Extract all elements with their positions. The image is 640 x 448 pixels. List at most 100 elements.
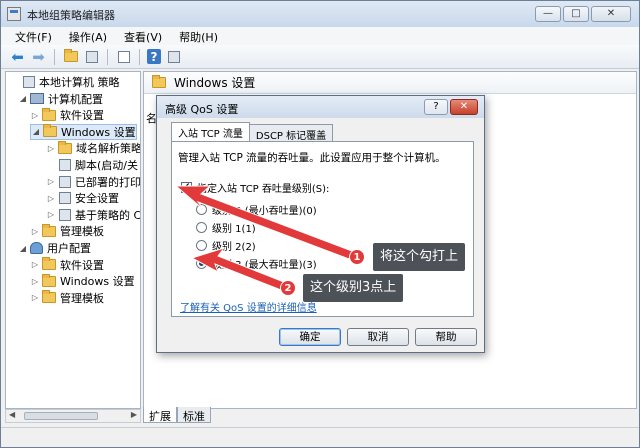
export-list-icon[interactable] xyxy=(115,48,132,65)
throughput-checkbox-row[interactable]: ✔ 指定入站 TCP 吞吐量级别(S): xyxy=(181,180,329,195)
status-bar xyxy=(1,427,639,447)
collapse-icon[interactable]: ◢ xyxy=(18,94,28,103)
tab-dscp-override[interactable]: DSCP 标记覆盖 xyxy=(248,124,334,142)
ok-button[interactable]: 确定 xyxy=(279,328,341,346)
menu-help[interactable]: 帮助(H) xyxy=(171,27,227,45)
dialog-help-button[interactable]: ? xyxy=(424,99,448,115)
folder-icon xyxy=(42,290,56,304)
tab-standard[interactable]: 标准 xyxy=(177,407,211,423)
maximize-button[interactable]: □ xyxy=(563,6,589,22)
learn-more-link[interactable]: 了解有关 QoS 设置的详细信息 xyxy=(180,299,317,314)
forward-arrow-icon[interactable]: ➡ xyxy=(30,48,47,66)
tree-item-label: 管理模板 xyxy=(60,225,104,239)
tree-item[interactable]: ◢ Windows 设置 xyxy=(30,123,137,140)
tree-item[interactable]: ◢ 用户配置 xyxy=(18,240,91,256)
expand-icon[interactable]: ▷ xyxy=(46,144,56,153)
tree-horizontal-scrollbar[interactable]: ◀ ▶ xyxy=(5,409,141,423)
tree-item-label: 软件设置 xyxy=(60,109,104,123)
tree-item-label: Windows 设置 xyxy=(60,275,135,289)
tree-item-label: 基于策略的 C xyxy=(75,208,141,222)
tree-item-label: Windows 设置 xyxy=(61,125,136,139)
scroll-right-icon[interactable]: ▶ xyxy=(131,410,137,419)
tree-item[interactable]: ▷ 管理模板 xyxy=(30,290,104,306)
tree-item-label: 管理模板 xyxy=(60,291,104,305)
dialog-help-action-button[interactable]: 帮助 xyxy=(415,328,477,346)
up-folder-icon[interactable] xyxy=(62,48,79,65)
show-hide-tree-icon[interactable] xyxy=(83,48,100,65)
tree-item[interactable]: ▷ 软件设置 xyxy=(30,107,104,123)
title-bar[interactable]: 本地组策略编辑器 — □ ✕ xyxy=(1,1,639,27)
cancel-button[interactable]: 取消 xyxy=(347,328,409,346)
tree-item-label: 软件设置 xyxy=(60,258,104,272)
toolbar-separator xyxy=(107,48,108,65)
policy-icon xyxy=(59,159,71,171)
dialog-title: 高级 QoS 设置 xyxy=(165,103,239,116)
radio-button-selected[interactable] xyxy=(196,258,207,269)
back-arrow-icon[interactable]: ⬅ xyxy=(9,48,26,66)
dialog-title-bar[interactable]: 高级 QoS 设置 ? ✕ xyxy=(157,96,484,118)
folder-icon xyxy=(42,273,56,287)
radio-button[interactable] xyxy=(196,204,207,215)
radio-button[interactable] xyxy=(196,222,207,233)
toolbar-separator xyxy=(139,48,140,65)
radio-level-1[interactable]: 级别 1(1) xyxy=(196,220,256,235)
radio-level-2[interactable]: 级别 2(2) xyxy=(196,238,256,253)
dialog-tabs: 入站 TCP 流量 DSCP 标记覆盖 xyxy=(171,122,334,142)
scroll-thumb[interactable] xyxy=(24,412,98,420)
expand-icon[interactable]: ▷ xyxy=(30,111,40,120)
radio-label: 级别 3 (最大吞吐量)(3) xyxy=(212,260,317,271)
radio-level-3[interactable]: 级别 3 (最大吞吐量)(3) xyxy=(196,256,317,271)
menu-view[interactable]: 查看(V) xyxy=(116,27,171,45)
menu-file[interactable]: 文件(F) xyxy=(7,27,61,45)
help-icon[interactable]: ? xyxy=(147,49,161,64)
tree-item[interactable]: ▷ 安全设置 xyxy=(46,190,119,206)
minimize-button[interactable]: — xyxy=(535,6,561,22)
tree-item[interactable]: ▷ 基于策略的 C xyxy=(46,207,141,223)
tree-item-label: 域名解析策略 xyxy=(76,142,141,156)
window-title: 本地组策略编辑器 xyxy=(27,9,115,22)
expand-icon[interactable]: ▷ xyxy=(30,293,40,302)
radio-level-0[interactable]: 级别 0 (最小吞吐量)(0) xyxy=(196,202,317,217)
details-header: Windows 设置 xyxy=(144,72,636,94)
tree-item-label: 计算机配置 xyxy=(48,92,103,106)
throughput-checkbox-label: 指定入站 TCP 吞吐量级别(S): xyxy=(197,184,330,195)
expand-icon[interactable]: ▷ xyxy=(46,177,56,186)
expand-icon[interactable]: ▷ xyxy=(30,227,40,236)
expand-icon[interactable]: ▷ xyxy=(46,210,56,219)
folder-icon xyxy=(152,75,166,88)
tab-extended[interactable]: 扩展 xyxy=(143,407,177,423)
toolbar: ⬅ ➡ ? xyxy=(1,45,639,69)
annotation-badge-1: 1 xyxy=(349,249,365,265)
expand-icon[interactable]: ▷ xyxy=(30,260,40,269)
tree-item[interactable]: ◢ 计算机配置 xyxy=(18,91,103,107)
annotation-callout-2: 这个级别3点上 xyxy=(303,274,404,302)
collapse-icon[interactable]: ◢ xyxy=(31,127,41,136)
collapse-icon[interactable]: ◢ xyxy=(18,244,28,253)
tree-item[interactable]: 脚本(启动/关 xyxy=(46,157,138,173)
tree-item-label: 脚本(启动/关 xyxy=(75,159,138,172)
details-title: Windows 设置 xyxy=(174,76,256,90)
properties-icon[interactable] xyxy=(165,48,182,65)
dialog-close-button[interactable]: ✕ xyxy=(450,99,478,115)
tree-item-label: 已部署的打印 xyxy=(75,175,141,189)
menu-bar: 文件(F) 操作(A) 查看(V) 帮助(H) xyxy=(1,27,639,45)
radio-button[interactable] xyxy=(196,240,207,251)
scroll-left-icon[interactable]: ◀ xyxy=(9,410,15,419)
app-icon xyxy=(7,7,21,21)
tree-item[interactable]: ▷ 管理模板 xyxy=(30,223,104,239)
expand-icon[interactable]: ▷ xyxy=(46,194,56,203)
menu-action[interactable]: 操作(A) xyxy=(61,27,116,45)
policy-icon xyxy=(59,192,71,205)
computer-icon xyxy=(30,93,44,105)
tree-item[interactable]: ▷ 域名解析策略 xyxy=(46,140,141,156)
tab-inbound-tcp[interactable]: 入站 TCP 流量 xyxy=(171,122,250,141)
close-button[interactable]: ✕ xyxy=(591,6,631,22)
policy-icon xyxy=(59,208,71,221)
throughput-checkbox[interactable]: ✔ xyxy=(181,182,192,193)
tree-item[interactable]: 本地计算机 策略 xyxy=(10,74,120,90)
tree-item[interactable]: ▷ 软件设置 xyxy=(30,257,104,273)
tree-item[interactable]: ▷ Windows 设置 xyxy=(30,273,135,289)
user-icon xyxy=(30,242,43,254)
expand-icon[interactable]: ▷ xyxy=(30,277,40,286)
tree-item[interactable]: ▷ 已部署的打印 xyxy=(46,174,141,190)
